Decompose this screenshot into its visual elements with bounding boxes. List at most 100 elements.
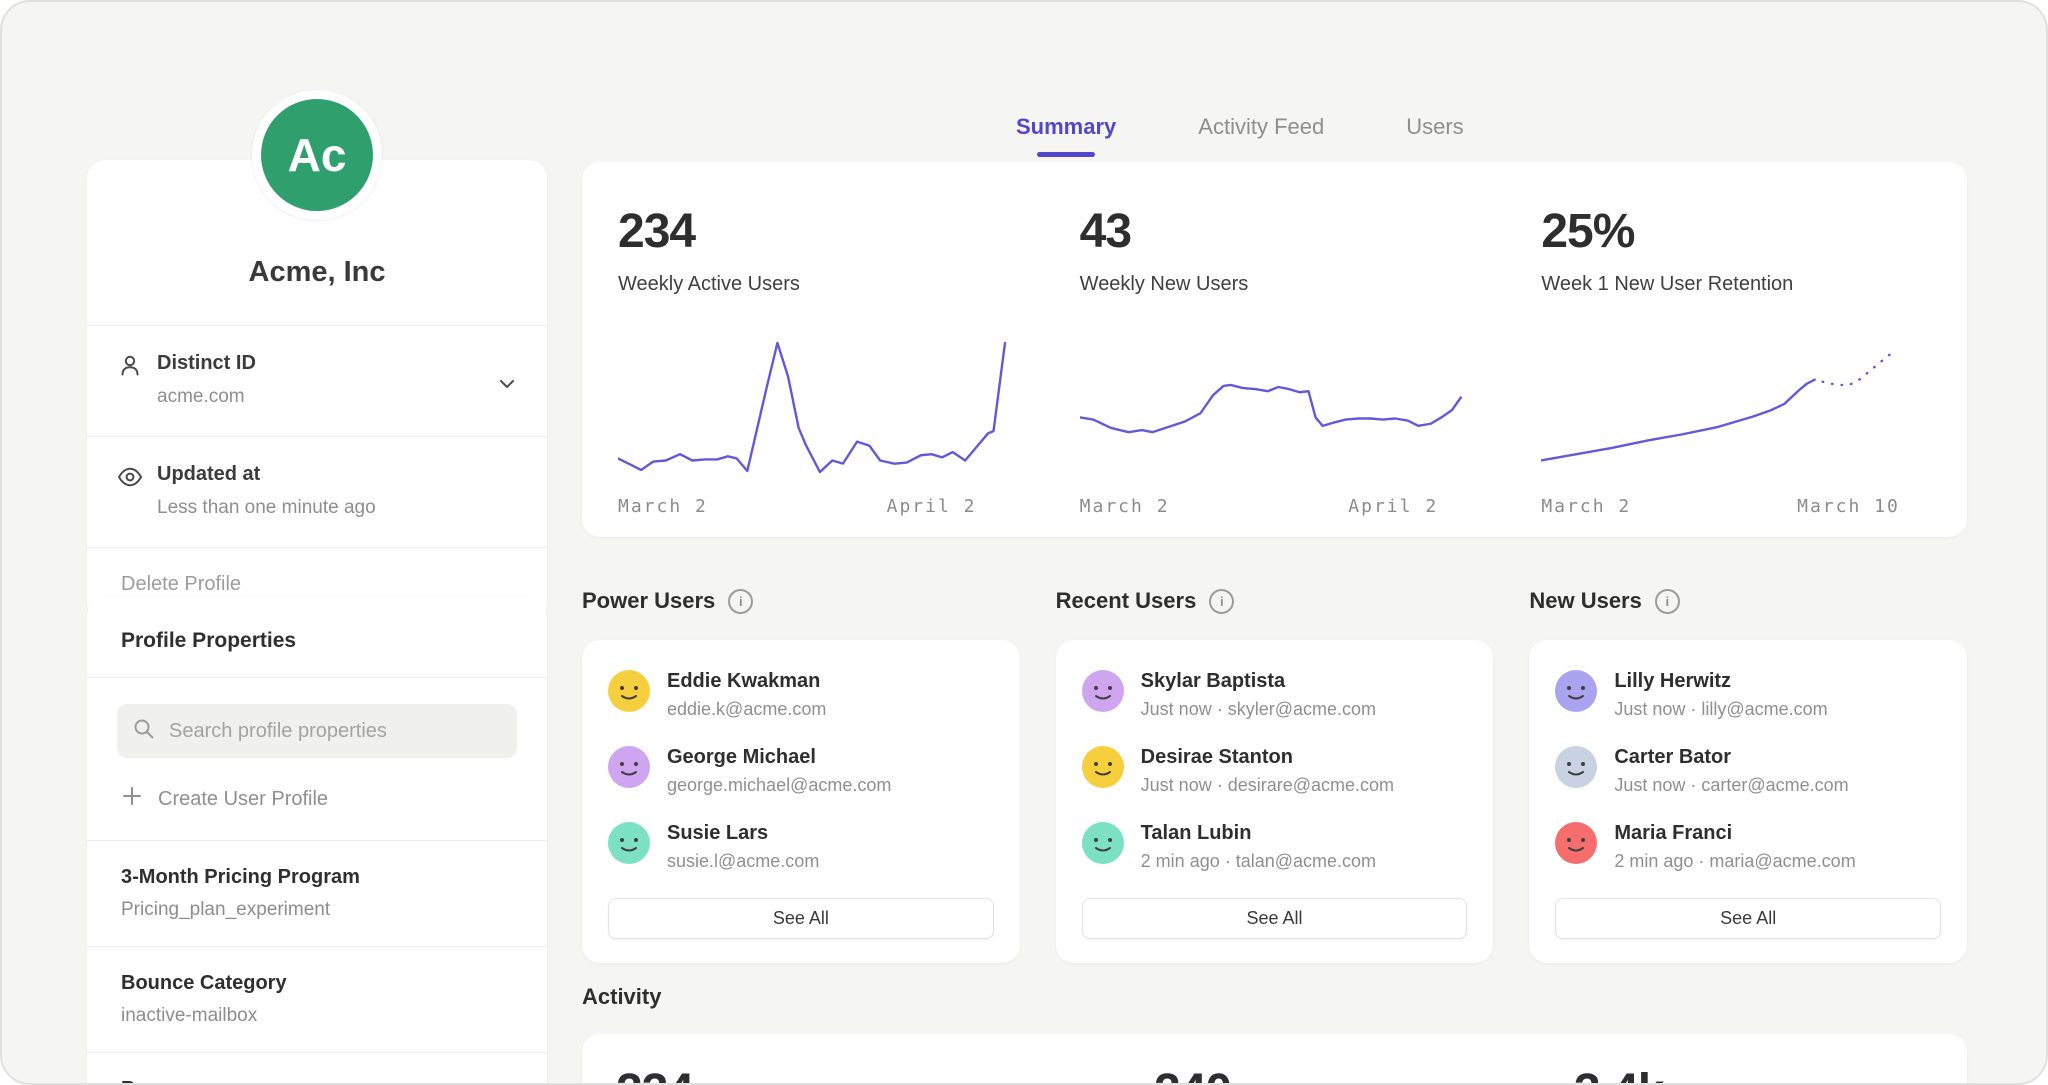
section-header: Power Usersi — [582, 588, 1020, 614]
property-name: Bounce Category — [121, 972, 513, 995]
user-list-card: Lilly Herwitz Just now · lilly@acme.com Ca… — [1529, 640, 1967, 963]
user-text: Susie Larssusie.l@acme.com — [667, 822, 819, 872]
user-name: George Michael — [667, 746, 891, 769]
stat-weekly-new-users: 43Weekly New UsersMarch 2April 2 — [1044, 204, 1506, 537]
property-name: Browser — [121, 1078, 513, 1085]
axis-label-end: April 2 — [1348, 496, 1438, 517]
user-avatar — [1082, 746, 1124, 788]
user-list-card: Eddie Kwakman eddie.k@acme.com George Mich… — [582, 640, 1020, 963]
info-icon[interactable]: i — [728, 589, 753, 614]
activity-title: Activity — [582, 984, 661, 1010]
user-text: Carter Bator Just now · carter@acme.com — [1614, 746, 1848, 796]
user-text: Desirae StantonJust now · desirare@acme.… — [1141, 746, 1394, 796]
plus-icon — [121, 785, 143, 813]
user-avatar — [608, 822, 650, 864]
user-name: Desirae Stanton — [1141, 746, 1394, 769]
axis-label-start: March 2 — [618, 496, 708, 517]
avatar-face-icon — [1082, 746, 1124, 788]
section-recent-users: Recent Users i Skylar Baptista Just now · s… — [1056, 580, 1494, 963]
activity-value: 3.4k — [1574, 1064, 1663, 1085]
x-axis-labels: March 2March 10 — [1541, 496, 1899, 517]
user-meta: george.michael@acme.com — [667, 775, 891, 796]
distinct-id-row: Distinct ID acme.com — [87, 325, 547, 436]
user-list-item[interactable]: Eddie Kwakman eddie.k@acme.com — [608, 670, 994, 720]
sparkline-chart — [618, 324, 1008, 492]
user-name: Susie Lars — [667, 822, 819, 845]
stat-week-1-new-user-retention: 25%Week 1 New User RetentionMarch 2March… — [1505, 204, 1967, 537]
axis-label-start: March 2 — [1080, 496, 1170, 517]
chevron-down-icon[interactable] — [495, 372, 519, 396]
avatar-face-icon — [608, 670, 650, 712]
field-value: acme.com — [157, 386, 477, 408]
profile-properties-card: Profile Properties Create User Profile 3… — [87, 597, 547, 1085]
see-all-button[interactable]: See All — [1082, 898, 1468, 939]
sparkline-chart — [1080, 324, 1470, 492]
user-name: Talan Lubin — [1141, 822, 1376, 845]
user-meta: 2 min ago · talan@acme.com — [1141, 851, 1376, 872]
user-list-item[interactable]: Lilly Herwitz Just now · lilly@acme.com — [1555, 670, 1941, 720]
property-name: 3-Month Pricing Program — [121, 866, 513, 889]
sidebar: Ac Acme, Inc Distinct ID acme.com — [87, 2, 547, 1085]
tab-users[interactable]: Users — [1406, 114, 1463, 157]
section-header: New Users i — [1529, 588, 1967, 614]
user-meta: Just now · lilly@acme.com — [1614, 699, 1827, 720]
user-list-item[interactable]: Carter Bator Just now · carter@acme.com — [1555, 746, 1941, 796]
user-sections: Power Usersi Eddie Kwakman eddie.k@acme.co… — [582, 580, 1967, 963]
profile-properties-list: 3-Month Pricing ProgramPricing_plan_expe… — [87, 841, 547, 1085]
user-meta: Just now · skyler@acme.com — [1141, 699, 1376, 720]
user-text: Talan Lubin 2 min ago · talan@acme.com — [1141, 822, 1376, 872]
x-axis-labels: March 2 April 2 — [618, 496, 976, 517]
section-title: New Users — [1529, 588, 1642, 614]
user-list-item[interactable]: Maria Franci2 min ago · maria@acme.com — [1555, 822, 1941, 872]
user-list-item[interactable]: George Michael george.michael@acme.com — [608, 746, 994, 796]
avatar-face-icon — [608, 746, 650, 788]
see-all-button[interactable]: See All — [1555, 898, 1941, 939]
activity-card: 2342403.4k — [582, 1034, 1967, 1085]
user-meta: Just now · carter@acme.com — [1614, 775, 1848, 796]
see-all-button[interactable]: See All — [608, 898, 994, 939]
create-user-profile-button[interactable]: Create User Profile — [87, 758, 547, 841]
field-value: Less than one minute ago — [157, 497, 477, 519]
avatar-face-icon — [1082, 670, 1124, 712]
stat-label: Week 1 New User Retention — [1541, 273, 1931, 296]
user-list-item[interactable]: Talan Lubin 2 min ago · talan@acme.com — [1082, 822, 1468, 872]
tab-activity-feed[interactable]: Activity Feed — [1198, 114, 1324, 157]
field-label: Distinct ID — [157, 352, 477, 375]
search-icon — [133, 718, 155, 745]
user-name: Skylar Baptista — [1141, 670, 1376, 693]
app-frame: Ac Acme, Inc Distinct ID acme.com — [0, 0, 2048, 1085]
avatar-face-icon — [608, 822, 650, 864]
create-user-profile-label: Create User Profile — [158, 788, 328, 811]
property-value: inactive-mailbox — [121, 1005, 513, 1027]
section-power-users: Power Usersi Eddie Kwakman eddie.k@acme.co… — [582, 580, 1020, 963]
user-name: Eddie Kwakman — [667, 670, 826, 693]
user-name: Lilly Herwitz — [1614, 670, 1827, 693]
tabs: Summary Activity Feed Users — [1016, 114, 1464, 157]
eye-icon — [117, 464, 143, 490]
profile-property-row[interactable]: Bounce Category inactive-mailbox — [87, 947, 547, 1053]
user-meta: eddie.k@acme.com — [667, 699, 826, 720]
company-avatar: Ac — [252, 90, 382, 220]
user-list-item[interactable]: Susie Larssusie.l@acme.com — [608, 822, 994, 872]
user-list-item[interactable]: Desirae StantonJust now · desirare@acme.… — [1082, 746, 1468, 796]
user-avatar — [1555, 670, 1597, 712]
tab-summary[interactable]: Summary — [1016, 114, 1116, 157]
profile-property-row[interactable]: 3-Month Pricing ProgramPricing_plan_expe… — [87, 841, 547, 947]
user-name: Carter Bator — [1614, 746, 1848, 769]
sparkline-chart — [1541, 324, 1931, 492]
user-text: Maria Franci2 min ago · maria@acme.com — [1614, 822, 1855, 872]
user-text: Lilly Herwitz Just now · lilly@acme.com — [1614, 670, 1827, 720]
user-list-item[interactable]: Skylar Baptista Just now · skyler@acme.co… — [1082, 670, 1468, 720]
section-title: Recent Users — [1056, 588, 1197, 614]
user-list-card: Skylar Baptista Just now · skyler@acme.co… — [1056, 640, 1494, 963]
profile-property-row[interactable]: BrowserChrome — [87, 1053, 547, 1085]
user-text: Eddie Kwakman eddie.k@acme.com — [667, 670, 826, 720]
activity-value: 234 — [616, 1064, 693, 1085]
info-icon[interactable]: i — [1655, 589, 1680, 614]
section-header: Recent Users i — [1056, 588, 1494, 614]
section-new-users: New Users i Lilly Herwitz Just now · lilly@… — [1529, 580, 1967, 963]
search-input[interactable] — [167, 719, 501, 744]
info-icon[interactable]: i — [1209, 589, 1234, 614]
axis-label-end: April 2 — [887, 496, 977, 517]
avatar-face-icon — [1082, 822, 1124, 864]
